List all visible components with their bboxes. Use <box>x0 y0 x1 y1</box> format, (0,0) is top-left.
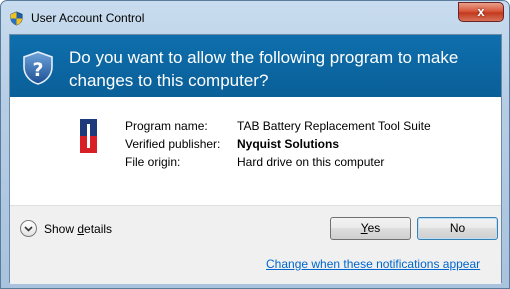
origin-row: File origin: Hard drive on this computer <box>125 155 384 169</box>
program-info: Program name: TAB Battery Replacement Too… <box>10 97 501 205</box>
header-banner: ? Do you want to allow the following pro… <box>10 35 501 97</box>
close-button[interactable]: x <box>458 2 504 22</box>
no-button[interactable]: No <box>417 217 498 240</box>
dialog-content: ? Do you want to allow the following pro… <box>9 34 502 284</box>
yes-button[interactable]: Yes <box>330 217 411 240</box>
notification-settings-link[interactable]: Change when these notifications appear <box>266 257 480 271</box>
uac-dialog: User Account Control x ? Do you want to … <box>0 0 510 289</box>
program-name-row: Program name: TAB Battery Replacement Too… <box>125 119 431 133</box>
publisher-label: Verified publisher: <box>125 137 221 151</box>
publisher-row: Verified publisher: Nyquist Solutions <box>125 137 339 151</box>
dialog-footer: Show details Yes No Change when these no… <box>10 205 501 284</box>
title-bar[interactable]: User Account Control x <box>1 1 509 35</box>
chevron-down-icon[interactable] <box>20 220 37 237</box>
file-origin-label: File origin: <box>125 155 181 169</box>
program-name-label: Program name: <box>125 119 208 133</box>
uac-shield-icon <box>10 11 23 26</box>
file-origin-value: Hard drive on this computer <box>237 155 385 169</box>
program-icon <box>80 119 97 153</box>
window-title: User Account Control <box>31 11 145 25</box>
show-details-label[interactable]: Show details <box>44 222 112 236</box>
question-shield-icon: ? <box>23 51 53 85</box>
publisher-value: Nyquist Solutions <box>237 137 339 151</box>
consent-question: Do you want to allow the following progr… <box>69 48 459 90</box>
program-name-value: TAB Battery Replacement Tool Suite <box>237 119 431 133</box>
svg-text:?: ? <box>32 59 43 81</box>
